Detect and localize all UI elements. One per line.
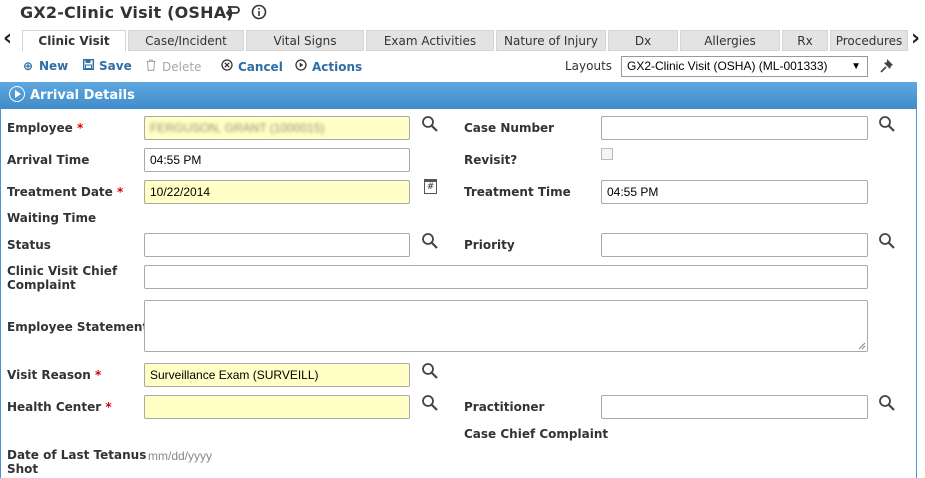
treatment-time-field[interactable]: 04:55 PM xyxy=(601,180,868,204)
new-button[interactable]: ⊕ New xyxy=(22,59,68,73)
return-arrow-icon[interactable] xyxy=(224,4,241,23)
layouts-label: Layouts xyxy=(565,59,613,73)
delete-button-label: Delete xyxy=(162,60,202,74)
practitioner-label: Practitioner xyxy=(464,400,545,414)
employee-statement-textarea[interactable] xyxy=(144,300,868,352)
cancel-button[interactable]: Cancel xyxy=(221,59,283,74)
layouts-select-value: GX2-Clinic Visit (OSHA) (ML-001333) xyxy=(627,59,828,73)
status-label: Status xyxy=(7,238,51,252)
practitioner-field[interactable] xyxy=(601,395,868,419)
visit-reason-field[interactable]: Surveillance Exam (SURVEILL) xyxy=(144,363,410,387)
pin-icon[interactable] xyxy=(880,57,898,77)
status-field[interactable] xyxy=(144,233,410,257)
case-number-lookup-icon[interactable] xyxy=(878,115,896,137)
visit-reason-lookup-icon[interactable] xyxy=(421,362,439,384)
waiting-time-label: Waiting Time xyxy=(7,211,97,225)
caret-down-icon: ▼ xyxy=(851,61,861,72)
resize-handle-icon[interactable] xyxy=(858,342,866,350)
trash-icon xyxy=(145,59,157,74)
tab-dx[interactable]: Dx xyxy=(608,30,678,51)
tab-exam-activities[interactable]: Exam Activities xyxy=(366,30,494,51)
case-number-field[interactable] xyxy=(601,116,868,140)
health-center-field[interactable] xyxy=(144,395,410,419)
plus-icon: ⊕ xyxy=(22,59,34,73)
info-icon[interactable] xyxy=(251,4,267,24)
play-circle-icon xyxy=(295,59,307,74)
practitioner-lookup-icon[interactable] xyxy=(878,394,896,416)
delete-button[interactable]: Delete xyxy=(145,59,201,74)
treatment-date-field[interactable]: 10/22/2014 xyxy=(144,180,410,204)
cancel-button-label: Cancel xyxy=(238,60,283,74)
health-center-lookup-icon[interactable] xyxy=(421,394,439,416)
toolbar: ⊕ New Save Delete Cancel Actions xyxy=(0,58,560,75)
tab-clinic-visit[interactable]: Clinic Visit xyxy=(22,30,126,52)
expand-circle-icon[interactable] xyxy=(9,86,25,102)
employee-lookup-icon[interactable] xyxy=(421,115,439,137)
employee-label: Employee * xyxy=(7,121,84,135)
priority-field[interactable] xyxy=(601,233,868,257)
chief-complaint-field[interactable] xyxy=(144,265,868,289)
case-number-label: Case Number xyxy=(464,121,555,135)
save-button[interactable]: Save xyxy=(82,58,132,73)
case-chief-complaint-label: Case Chief Complaint xyxy=(464,427,609,441)
section-title: Arrival Details xyxy=(30,88,135,103)
actions-button[interactable]: Actions xyxy=(295,59,362,74)
priority-lookup-icon[interactable] xyxy=(878,232,896,254)
tab-procedures[interactable]: Procedures xyxy=(830,30,908,51)
revisit-label: Revisit? xyxy=(464,153,518,167)
calendar-icon[interactable]: # xyxy=(424,179,437,194)
arrival-time-field[interactable]: 04:55 PM xyxy=(144,148,410,172)
treatment-date-label: Treatment Date * xyxy=(7,185,124,199)
new-button-label: New xyxy=(39,59,69,73)
employee-value: FERGUSON, GRANT (1000015) xyxy=(150,121,325,135)
health-center-label: Health Center * xyxy=(7,400,112,414)
revisit-checkbox[interactable] xyxy=(601,148,613,160)
tab-rx[interactable]: Rx xyxy=(782,30,828,51)
page-title: GX2-Clinic Visit (OSHA) xyxy=(20,3,234,22)
last-tetanus-field[interactable]: mm/dd/yyyy xyxy=(148,449,212,463)
tab-allergies[interactable]: Allergies xyxy=(680,30,780,51)
tab-vital-signs[interactable]: Vital Signs xyxy=(246,30,364,51)
cancel-circle-icon xyxy=(221,59,233,74)
save-button-label: Save xyxy=(99,59,132,73)
visit-reason-label: Visit Reason * xyxy=(7,368,102,382)
chevron-left-icon[interactable]: ‹ xyxy=(3,28,12,50)
treatment-time-label: Treatment Time xyxy=(464,185,571,199)
status-lookup-icon[interactable] xyxy=(421,232,439,254)
tab-nature-of-injury[interactable]: Nature of Injury xyxy=(496,30,606,51)
floppy-icon xyxy=(82,58,94,73)
employee-field[interactable]: FERGUSON, GRANT (1000015) xyxy=(144,116,410,140)
priority-label: Priority xyxy=(464,238,515,252)
layouts-select[interactable]: GX2-Clinic Visit (OSHA) (ML-001333) ▼ xyxy=(621,56,868,77)
section-header[interactable]: Arrival Details xyxy=(0,82,917,109)
employee-statement-label: Employee Statement xyxy=(7,320,149,334)
chief-complaint-label: Clinic Visit Chief Complaint xyxy=(7,264,118,292)
actions-button-label: Actions xyxy=(312,60,363,74)
last-tetanus-label: Date of Last Tetanus Shot xyxy=(7,448,147,476)
tab-case-incident[interactable]: Case/Incident xyxy=(128,30,244,51)
chevron-right-icon[interactable]: › xyxy=(911,28,920,50)
arrival-time-label: Arrival Time xyxy=(7,153,90,167)
